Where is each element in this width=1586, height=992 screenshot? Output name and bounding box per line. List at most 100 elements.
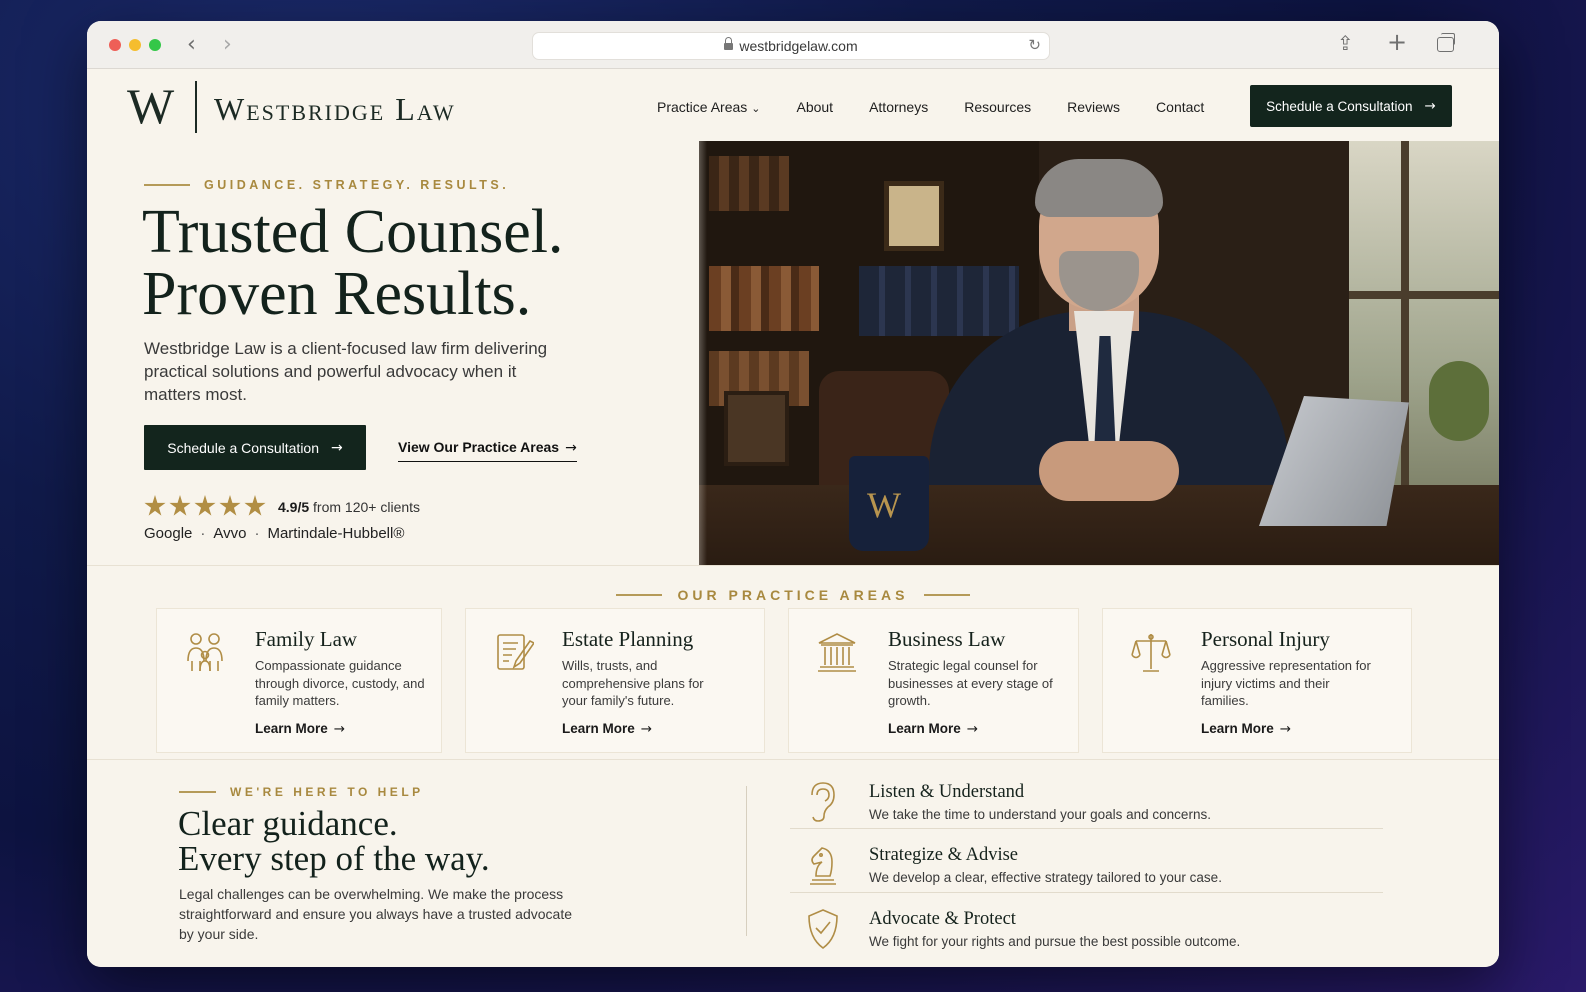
step-description: We take the time to understand your goal… <box>869 807 1211 822</box>
review-sources: Google · Avvo · Martindale-Hubbell® <box>144 525 404 542</box>
card-title: Family Law <box>255 627 358 651</box>
chess-knight-icon <box>810 847 836 885</box>
step-advocate: Advocate & Protect We fight for your rig… <box>790 894 1383 957</box>
url-text: westbridgelaw.com <box>739 38 858 54</box>
practice-card-estate-planning[interactable]: Estate Planning Wills, trusts, and compr… <box>465 608 765 753</box>
vertical-divider <box>746 786 747 936</box>
separator-dot: · <box>200 525 206 542</box>
view-practice-areas-link[interactable]: View Our Practice Areas → <box>398 439 577 462</box>
learn-more-link[interactable]: Learn More → <box>562 721 652 737</box>
picture-frame <box>724 391 789 466</box>
window-frame <box>1349 291 1499 299</box>
rating-text: 4.9/5 from 120+ clients <box>278 499 420 515</box>
laptop <box>1259 396 1409 526</box>
practice-areas-label: OUR PRACTICE AREAS <box>677 587 909 603</box>
learn-more-link[interactable]: Learn More → <box>255 721 345 737</box>
coffee-mug: W <box>849 456 929 551</box>
step-title: Strategize & Advise <box>869 845 1018 865</box>
main-nav: Practice Areas ⌄ About Attorneys Resource… <box>657 99 1204 115</box>
learn-more-label: Learn More <box>888 721 961 736</box>
header-schedule-button[interactable]: Schedule a Consultation → <box>1250 85 1452 127</box>
nav-contact[interactable]: Contact <box>1156 99 1204 115</box>
star-icon <box>144 495 166 516</box>
nav-practice-areas[interactable]: Practice Areas ⌄ <box>657 99 760 115</box>
nav-label: Practice Areas <box>657 99 748 115</box>
heading-line <box>615 594 662 596</box>
hero-eyebrow-text: GUIDANCE. STRATEGY. RESULTS. <box>204 178 510 192</box>
step-title: Advocate & Protect <box>869 909 1016 929</box>
eyebrow-line <box>179 791 216 793</box>
help-title-line2: Every step of the way. <box>178 839 490 878</box>
new-tab-icon[interactable]: + <box>1387 28 1407 56</box>
card-description: Aggressive representation for injury vic… <box>1201 658 1371 708</box>
card-description: Wills, trusts, and comprehensive plans f… <box>562 658 704 708</box>
help-eyebrow: WE'RE HERE TO HELP <box>179 785 424 799</box>
zoom-window-button[interactable] <box>149 39 161 51</box>
step-listen: Listen & Understand We take the time to … <box>790 767 1383 830</box>
learn-more-label: Learn More <box>1201 721 1274 736</box>
arrow-right-icon: → <box>1424 98 1436 114</box>
rating-stars <box>144 495 266 517</box>
hero-section: GUIDANCE. STRATEGY. RESULTS. Trusted Cou… <box>87 141 1499 565</box>
hero-attorney-photo: W <box>699 141 1499 565</box>
practice-card-family-law[interactable]: Family Law Compassionate guidance throug… <box>156 608 442 753</box>
help-title-line1: Clear guidance. <box>178 804 398 843</box>
book-row <box>859 266 1019 336</box>
tab-overview-icon[interactable] <box>1437 33 1455 52</box>
book-row <box>709 156 789 211</box>
back-arrow-icon[interactable]: ‹ <box>187 32 196 57</box>
arrow-right-icon: → <box>966 721 979 737</box>
arrow-right-icon: → <box>640 721 653 737</box>
card-title: Business Law <box>888 627 1006 651</box>
photo-fade <box>699 141 707 565</box>
step-separator <box>790 828 1383 829</box>
learn-more-link[interactable]: Learn More → <box>1201 721 1291 737</box>
logo-divider <box>195 81 197 133</box>
nav-attorneys[interactable]: Attorneys <box>869 99 928 115</box>
forward-arrow-icon[interactable]: › <box>223 32 232 57</box>
minimize-window-button[interactable] <box>129 39 141 51</box>
practice-card-business-law[interactable]: Business Law Strategic legal counsel for… <box>788 608 1079 753</box>
star-icon <box>219 495 241 516</box>
logo-text[interactable]: Westbridge Law <box>214 91 456 128</box>
reload-icon[interactable]: ↻ <box>1028 36 1041 54</box>
card-description: Compassionate guidance through divorce, … <box>255 658 425 708</box>
arrow-right-icon: → <box>565 440 577 456</box>
browser-window: ‹ › westbridgelaw.com ↻ ⇪ + W Westbridge… <box>87 21 1499 967</box>
ear-icon <box>811 782 835 822</box>
logo-mark[interactable]: W <box>127 81 174 131</box>
hero-schedule-button[interactable]: Schedule a Consultation → <box>144 425 366 470</box>
arrow-right-icon: → <box>331 439 343 456</box>
lock-icon <box>724 37 734 51</box>
eyebrow-line <box>144 184 190 186</box>
nav-about[interactable]: About <box>796 99 833 115</box>
rating-suffix: from 120+ clients <box>313 499 421 515</box>
address-bar[interactable]: westbridgelaw.com ↻ <box>532 32 1050 60</box>
card-description: Strategic legal counsel for businesses a… <box>888 658 1053 708</box>
nav-reviews[interactable]: Reviews <box>1067 99 1120 115</box>
site-header: W Westbridge Law Practice Areas ⌄ About A… <box>87 69 1499 141</box>
nav-resources[interactable]: Resources <box>964 99 1031 115</box>
share-icon[interactable]: ⇪ <box>1337 31 1354 55</box>
arrow-right-icon: → <box>1279 721 1292 737</box>
card-title: Estate Planning <box>562 627 694 651</box>
practice-card-personal-injury[interactable]: Personal Injury Aggressive representatio… <box>1102 608 1412 753</box>
step-strategize: Strategize & Advise We develop a clear, … <box>790 830 1383 893</box>
attorney-hair <box>1035 159 1163 217</box>
close-window-button[interactable] <box>109 39 121 51</box>
plaque <box>884 181 944 251</box>
hero-description: Westbridge Law is a client-focused law f… <box>144 339 548 404</box>
step-separator <box>790 892 1383 893</box>
star-icon <box>244 495 266 516</box>
help-section: WE'RE HERE TO HELP Clear guidance. Every… <box>87 759 1499 967</box>
card-title: Personal Injury <box>1201 627 1330 651</box>
header-schedule-label: Schedule a Consultation <box>1266 98 1413 114</box>
help-title: Clear guidance. Every step of the way. <box>178 806 608 876</box>
shield-check-icon <box>808 909 838 949</box>
browser-toolbar: ‹ › westbridgelaw.com ↻ ⇪ + <box>87 21 1499 69</box>
family-icon <box>187 633 223 672</box>
learn-more-label: Learn More <box>255 721 328 736</box>
step-description: We develop a clear, effective strategy t… <box>869 870 1222 885</box>
scales-icon <box>1131 634 1171 672</box>
learn-more-link[interactable]: Learn More → <box>888 721 978 737</box>
